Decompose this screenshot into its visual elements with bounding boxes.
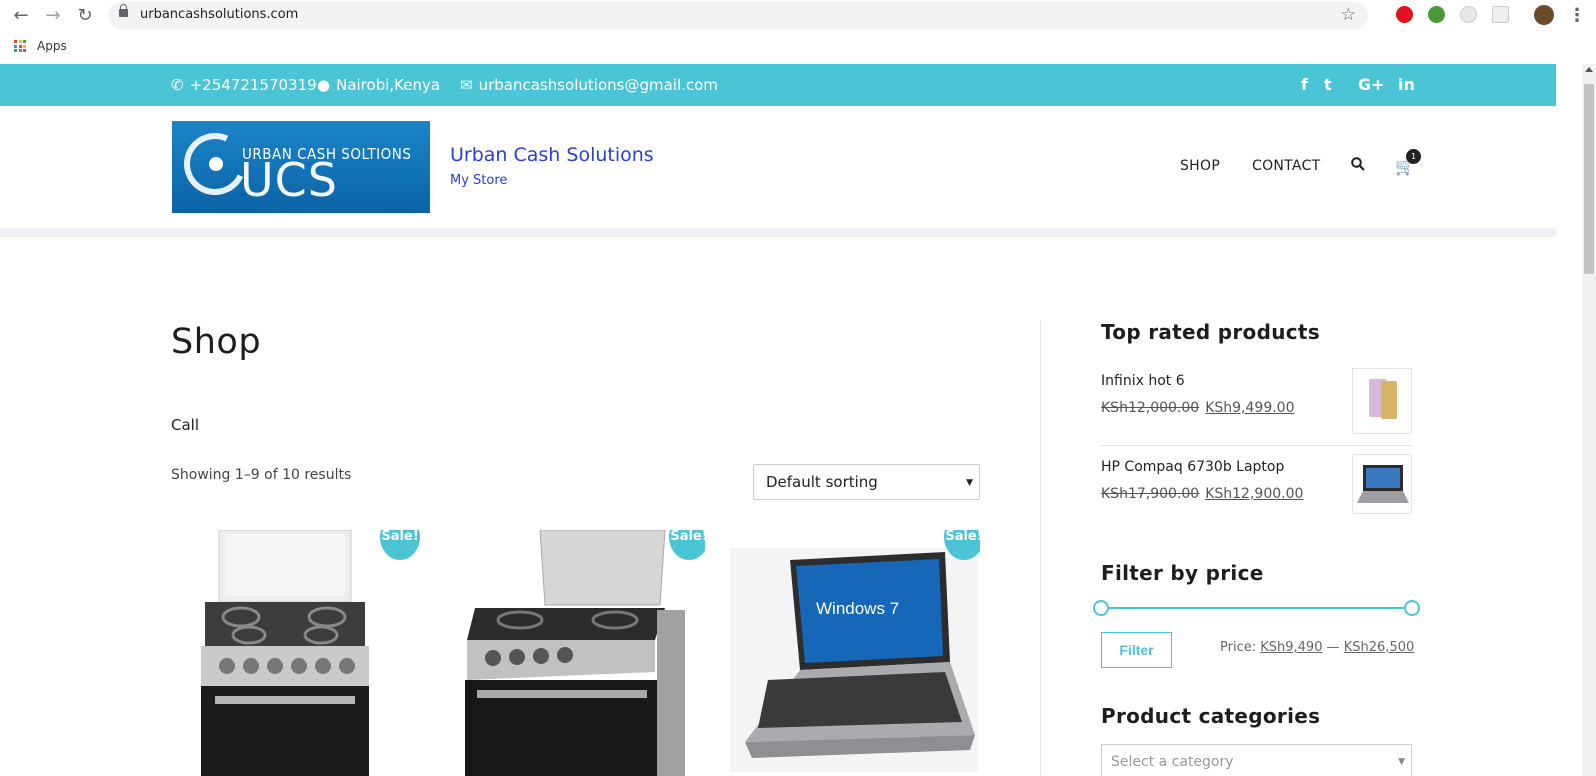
linkedin-icon[interactable]: in — [1398, 75, 1415, 94]
filter-by-price-heading: Filter by price — [1101, 561, 1264, 585]
nav-contact[interactable]: CONTACT — [1252, 158, 1321, 174]
top-rated-product-name[interactable]: Infinix hot 6 — [1101, 373, 1185, 389]
product-card[interactable]: Sale! — [455, 530, 705, 776]
apps-grid-icon[interactable] — [14, 40, 26, 52]
price-separator: — — [1326, 640, 1340, 655]
price-slider-max-handle[interactable] — [1404, 600, 1420, 616]
header-divider — [0, 228, 1556, 237]
price-max: KSh26,500 — [1343, 640, 1415, 655]
price-slider-min-handle[interactable] — [1093, 600, 1109, 616]
page-title: Shop — [171, 322, 262, 362]
category-placeholder: Select a category — [1111, 754, 1234, 770]
price-slider-track[interactable] — [1101, 607, 1412, 609]
results-count: Showing 1–9 of 10 results — [171, 467, 352, 483]
address-bar[interactable]: urbancashsolutions.com ☆ — [108, 2, 1368, 29]
price-label: Price: — [1220, 640, 1257, 655]
top-rated-heading: Top rated products — [1101, 320, 1320, 344]
price-min: KSh9,490 — [1260, 640, 1323, 655]
scroll-up-arrow-icon[interactable] — [1585, 67, 1593, 72]
browser-chrome: ← → ↻ urbancashsolutions.com ☆ ⋮ Apps — [0, 0, 1596, 64]
dropdown-arrow-icon: ▼ — [966, 478, 973, 488]
product-categories-heading: Product categories — [1101, 704, 1321, 728]
google-plus-icon[interactable]: G+ — [1358, 75, 1385, 94]
opera-extension-icon[interactable] — [1396, 6, 1413, 23]
facebook-icon[interactable]: f — [1301, 75, 1308, 94]
top-rated-product-name[interactable]: HP Compaq 6730b Laptop — [1101, 459, 1284, 475]
sidebar-divider — [1040, 320, 1041, 776]
dropdown-arrow-icon: ▼ — [1398, 757, 1405, 767]
forward-arrow-icon[interactable]: → — [42, 5, 64, 27]
phone-thumbnail[interactable] — [1352, 368, 1412, 434]
location-contact: ● Nairobi,Kenya — [317, 76, 440, 94]
globe-extension-icon[interactable] — [1428, 6, 1445, 23]
laptop-image: Windows 7 — [730, 548, 978, 772]
site-header: URBAN CASH SOLTIONS UCS Urban Cash Solut… — [0, 106, 1556, 228]
svg-text:Windows 7: Windows 7 — [816, 599, 899, 618]
envelope-icon: ✉ — [460, 76, 473, 94]
bookmark-star-icon[interactable]: ☆ — [1341, 5, 1356, 25]
location-text: Nairobi,Kenya — [336, 76, 441, 94]
apps-bookmark-label[interactable]: Apps — [37, 39, 67, 53]
contact-topbar: ✆ +254721570319 ● Nairobi,Kenya ✉ urbancash… — [0, 64, 1556, 106]
site-description: My Store — [450, 173, 508, 188]
gas-cooker-image — [201, 530, 369, 776]
twitter-icon[interactable]: t — [1324, 75, 1332, 94]
filter-button[interactable]: Filter — [1101, 632, 1172, 668]
site-title[interactable]: Urban Cash Solutions — [450, 144, 654, 166]
scroll-thumb[interactable] — [1584, 84, 1594, 274]
profile-avatar[interactable] — [1534, 5, 1554, 25]
menu-dots-icon[interactable]: ⋮ — [1566, 5, 1588, 27]
email-text: urbancashsolutions@gmail.com — [478, 76, 718, 94]
product-card[interactable]: Windows 7 Sale! — [730, 530, 980, 776]
site-logo[interactable]: URBAN CASH SOLTIONS UCS — [172, 121, 430, 213]
email-contact[interactable]: ✉ urbancashsolutions@gmail.com — [460, 76, 718, 94]
top-rated-product-price: KSh17,900.00 KSh12,900.00 — [1101, 486, 1303, 502]
extension-icon[interactable] — [1492, 6, 1509, 23]
phone-text: +254721570319 — [189, 76, 317, 94]
sale-price: KSh9,499.00 — [1205, 400, 1295, 416]
old-price: KSh17,900.00 — [1101, 486, 1200, 502]
top-rated-divider — [1101, 445, 1412, 446]
extension-icon[interactable] — [1460, 6, 1477, 23]
cart-count-badge: 1 — [1406, 149, 1421, 164]
sort-select[interactable]: Default sorting ▼ — [753, 464, 980, 500]
search-icon[interactable] — [1351, 157, 1365, 171]
sort-value: Default sorting — [766, 473, 878, 491]
laptop-thumb-image — [1357, 465, 1409, 503]
shop-intro-text: Call — [171, 416, 200, 434]
lock-icon — [119, 4, 128, 17]
url-text: urbancashsolutions.com — [140, 7, 299, 22]
sale-price: KSh12,900.00 — [1205, 486, 1304, 502]
price-range-text: Price: KSh9,490 — KSh26,500 — [1220, 640, 1414, 655]
old-price: KSh12,000.00 — [1101, 400, 1200, 416]
logo-big-text: UCS — [240, 153, 338, 207]
category-select[interactable]: Select a category ▼ — [1101, 744, 1412, 776]
phone-contact[interactable]: ✆ +254721570319 — [171, 76, 317, 94]
nav-shop[interactable]: SHOP — [1180, 158, 1220, 174]
product-card[interactable]: Sale! — [171, 530, 421, 776]
phone-icon: ✆ — [171, 76, 184, 94]
reload-icon[interactable]: ↻ — [74, 5, 96, 27]
phone-image — [1369, 379, 1397, 419]
back-arrow-icon[interactable]: ← — [10, 5, 32, 27]
page-scrollbar[interactable] — [1582, 64, 1596, 776]
stainless-cooker-image — [465, 530, 685, 776]
map-pin-icon: ● — [317, 76, 331, 94]
top-rated-product-price: KSh12,000.00 KSh9,499.00 — [1101, 400, 1295, 416]
laptop-thumbnail[interactable] — [1352, 454, 1412, 514]
